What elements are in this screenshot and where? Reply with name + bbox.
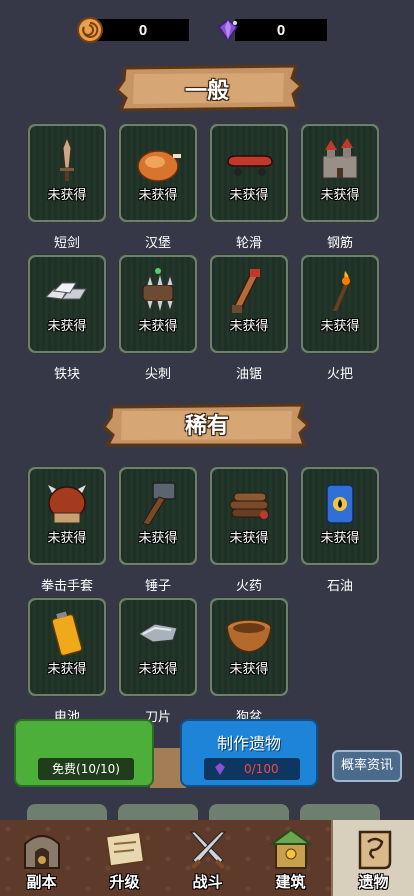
- item-status: 未获得: [229, 319, 269, 334]
- item-card: 未获得: [118, 466, 198, 566]
- item-card: 未获得: [209, 123, 289, 223]
- castle-icon: [322, 138, 358, 179]
- item-status: 未获得: [138, 188, 178, 203]
- item-skate[interactable]: 未获得 轮滑: [209, 123, 289, 251]
- nav-upgrade[interactable]: 升级: [83, 820, 166, 896]
- item-status: 未获得: [229, 662, 269, 677]
- dog-bowl-icon: [226, 619, 272, 653]
- item-card: 未获得: [209, 254, 289, 354]
- item-blade[interactable]: 未获得 刀片: [118, 597, 198, 725]
- item-card: 未获得: [300, 123, 380, 223]
- item-status: 未获得: [138, 662, 178, 677]
- nav-label: 副本: [26, 873, 57, 891]
- currency-gem: 0: [215, 18, 327, 42]
- iron-ingots-icon: [44, 282, 87, 300]
- roast-chicken-icon: [137, 150, 181, 182]
- item-status: 未获得: [320, 319, 360, 334]
- purple-gem-icon: [217, 19, 239, 42]
- craft-relic-button[interactable]: 制作遗物 0/100: [180, 719, 318, 787]
- item-chainsaw[interactable]: 未获得 油锯: [209, 254, 289, 382]
- oil-barrel-icon: [326, 484, 354, 524]
- item-name: 钢筋: [326, 236, 353, 251]
- upgrade-map-icon: [104, 830, 146, 868]
- item-rebar[interactable]: 未获得 钢筋: [300, 123, 380, 251]
- currency-gem-value: 0: [235, 19, 327, 41]
- item-dogbowl[interactable]: 未获得 狗盆: [209, 597, 289, 725]
- nav-battle[interactable]: 战斗: [166, 820, 249, 896]
- hammer-icon: [142, 482, 176, 526]
- free-draw-count: 免费(10/10): [38, 758, 134, 780]
- probability-info-button[interactable]: 概率资讯: [332, 750, 402, 782]
- section-banner-common: 一般: [0, 64, 414, 114]
- chainsaw-icon: [232, 269, 260, 313]
- item-status: 未获得: [229, 531, 269, 546]
- item-card: 未获得: [209, 466, 289, 566]
- item-status: 未获得: [229, 188, 269, 203]
- nav-label: 升级: [109, 873, 140, 891]
- swirl-token-icon: [77, 17, 103, 43]
- item-powder[interactable]: 未获得 火药: [209, 466, 289, 594]
- item-card: 未获得: [118, 123, 198, 223]
- dagger-icon: [60, 136, 74, 181]
- bottom-nav: 副本 升级 战斗 建筑 遗物: [0, 820, 414, 896]
- item-card: 未获得: [118, 597, 198, 697]
- currency-token: 0: [77, 17, 189, 43]
- spiked-glove-icon: [48, 485, 86, 524]
- nav-label: 遗物: [358, 873, 389, 891]
- item-dagger[interactable]: 未获得 短剑: [27, 123, 107, 251]
- item-card: 未获得: [27, 466, 107, 566]
- item-status: 未获得: [138, 531, 178, 546]
- battery-icon: [51, 611, 83, 657]
- item-card: 未获得: [209, 597, 289, 697]
- item-oil[interactable]: 未获得 石油: [300, 466, 380, 594]
- item-card: 未获得: [27, 254, 107, 354]
- free-draw-button[interactable]: 免费(10/10): [14, 719, 154, 787]
- item-status: 未获得: [47, 662, 87, 677]
- section-banner-rare: 稀有: [0, 399, 414, 449]
- item-status: 未获得: [47, 188, 87, 203]
- item-status: 未获得: [320, 531, 360, 546]
- section-title-rare: 稀有: [184, 414, 229, 439]
- nav-label: 建筑: [275, 873, 306, 891]
- item-card: 未获得: [118, 254, 198, 354]
- item-status: 未获得: [47, 319, 87, 334]
- skateboard-icon: [227, 155, 273, 176]
- currency-token-value: 0: [97, 19, 189, 41]
- relic-scroll-icon: [358, 830, 392, 870]
- nav-relic[interactable]: 遗物: [331, 820, 414, 896]
- spike-ball-icon: [142, 268, 174, 314]
- building-icon: [268, 828, 314, 869]
- item-torch[interactable]: 未获得 火把: [300, 254, 380, 382]
- blade-icon: [138, 623, 178, 643]
- craft-cost-value: 0/100: [244, 762, 279, 776]
- item-iron[interactable]: 未获得 铁块: [27, 254, 107, 382]
- item-card: 未获得: [27, 597, 107, 697]
- nav-building[interactable]: 建筑: [249, 820, 332, 896]
- item-status: 未获得: [320, 188, 360, 203]
- item-glove[interactable]: 未获得 拳击手套: [27, 466, 107, 594]
- item-status: 未获得: [47, 531, 87, 546]
- item-hammer[interactable]: 未获得 锤子: [118, 466, 198, 594]
- craft-relic-label: 制作遗物: [216, 734, 281, 753]
- item-name: 火把: [326, 367, 353, 382]
- nav-dungeon[interactable]: 副本: [0, 820, 83, 896]
- item-status: 未获得: [138, 319, 178, 334]
- nav-label: 战斗: [192, 873, 223, 891]
- item-card: 未获得: [300, 254, 380, 354]
- item-name: 石油: [326, 579, 353, 594]
- craft-cost: 0/100: [204, 758, 300, 780]
- item-battery[interactable]: 未获得 电池: [27, 597, 107, 725]
- item-card: 未获得: [300, 466, 380, 566]
- dungeon-icon: [24, 835, 60, 869]
- item-burger[interactable]: 未获得 汉堡: [118, 123, 198, 251]
- powder-logs-icon: [229, 492, 269, 519]
- item-spike[interactable]: 未获得 尖刺: [118, 254, 198, 382]
- crossed-swords-icon: [189, 831, 227, 869]
- item-card: 未获得: [27, 123, 107, 223]
- purple-gem-icon: [215, 763, 225, 775]
- torch-icon: [333, 271, 350, 311]
- section-title-common: 一般: [184, 79, 229, 104]
